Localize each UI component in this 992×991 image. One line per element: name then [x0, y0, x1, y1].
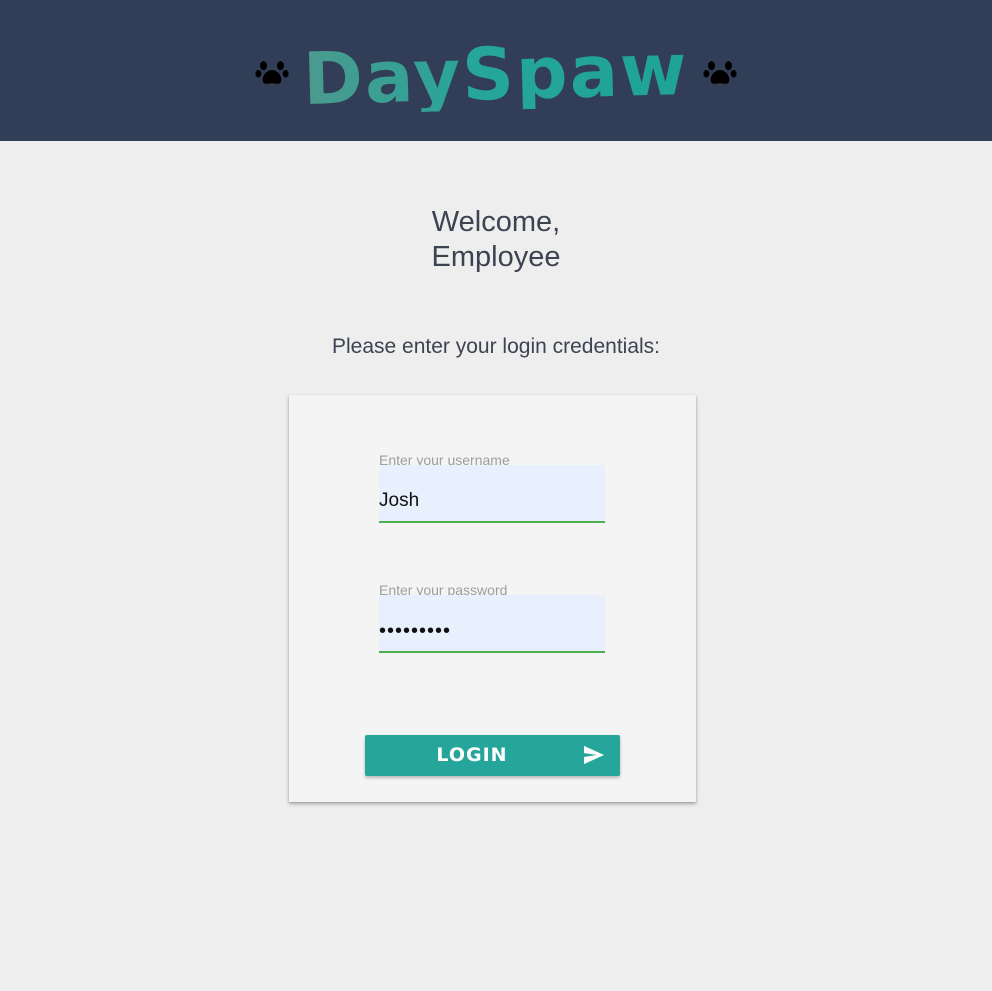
- brand: DaySpaw: [0, 0, 992, 141]
- paw-icon: [255, 54, 289, 88]
- brand-title: DaySpaw: [302, 26, 690, 121]
- welcome-line-2: Employee: [431, 241, 561, 273]
- app-header: DaySpaw: [0, 0, 992, 141]
- login-button-label: LOGIN: [436, 744, 508, 766]
- password-field[interactable]: [379, 595, 605, 653]
- send-icon: [583, 745, 605, 765]
- login-prompt: Please enter your login credentials:: [331, 335, 661, 358]
- welcome-heading: Welcome, Employee: [0, 205, 992, 275]
- login-button[interactable]: LOGIN: [365, 735, 620, 776]
- login-card: Enter your username Enter your password …: [289, 395, 696, 802]
- paw-icon: [703, 54, 737, 88]
- username-field[interactable]: [379, 465, 605, 523]
- welcome-line-1: Welcome,: [431, 206, 561, 238]
